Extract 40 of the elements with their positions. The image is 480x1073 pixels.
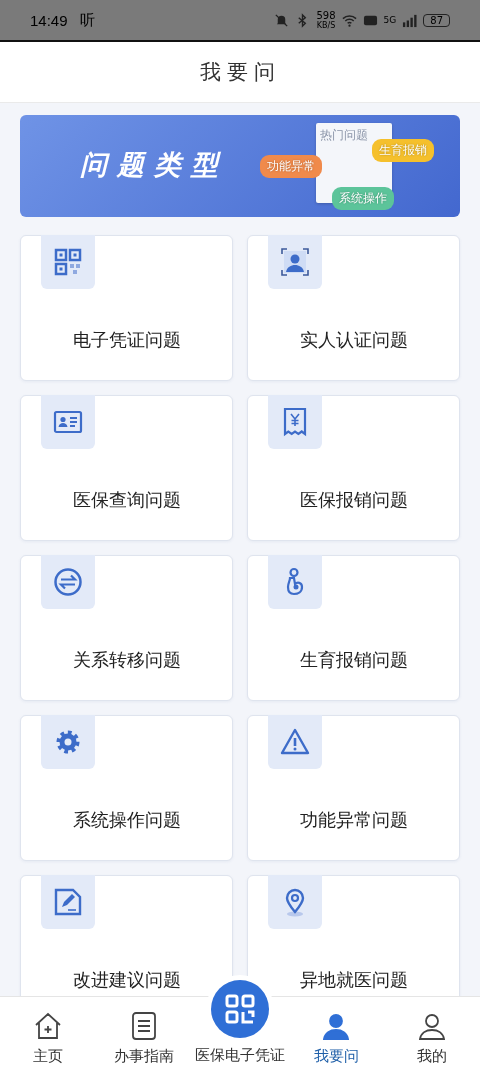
category-card[interactable]: 改进建议问题 [20,875,233,996]
edit-document-icon [53,887,83,917]
banner-tag: 系统操作 [332,187,394,210]
category-card[interactable]: 电子凭证问题 [20,235,233,381]
tab-item[interactable]: 办事指南 [96,997,192,1073]
category-card[interactable]: 实人认证问题 [247,235,460,381]
person-icon [321,1011,351,1041]
qr-code-icon [210,979,270,1039]
wifi-icon [341,12,357,28]
page-title: 我要问 [199,59,281,86]
battery-level: 87 [423,13,450,27]
category-card[interactable]: 关系转移问题 [20,555,233,701]
category-card[interactable]: 医保查询问题 [20,395,233,541]
warning-icon [280,727,310,757]
tab-item[interactable]: 我要问 [288,997,384,1073]
user-icon [417,1011,447,1041]
tab-item[interactable]: 医保电子凭证 [195,1046,285,1065]
app-notification: 听 [79,10,95,30]
category-card[interactable]: 功能异常问题 [247,715,460,861]
category-card[interactable]: 医保报销问题 [247,395,460,541]
network-speed: 598 [316,10,336,21]
category-card[interactable]: 异地就医问题 [247,875,460,996]
home-icon [33,1011,63,1041]
qr-code-icon [53,247,83,277]
tab-item[interactable]: 我的 [384,997,480,1073]
status-time: 14:49 [30,11,68,29]
speed-unit: KB/S [316,20,336,30]
sheet-title: 热门问题 [320,127,368,144]
banner-tag: 生育报销 [372,139,434,162]
person-scan-icon [280,247,310,277]
document-list-icon [129,1011,159,1041]
mute-icon [274,12,290,28]
signal-icon [402,12,418,28]
banner-tag: 功能异常 [260,155,322,178]
banner-title: 问题类型 [80,148,228,182]
category-card[interactable]: 系统操作问题 [20,715,233,861]
tab-item[interactable]: 主页 [0,997,96,1073]
exchange-icon [53,567,83,597]
category-card[interactable]: 生育报销问题 [247,555,460,701]
network-type: 5G [383,15,397,25]
